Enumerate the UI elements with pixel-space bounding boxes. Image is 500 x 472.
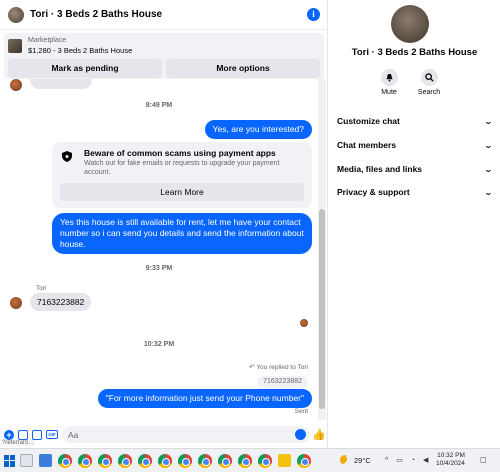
read-receipt-avatar bbox=[300, 319, 308, 327]
thumbs-up-icon[interactable]: 👍 bbox=[312, 429, 326, 441]
scam-warning-card: Beware of common scams using payment app… bbox=[52, 142, 312, 208]
clock-date: 10/4/2024 bbox=[436, 460, 465, 467]
chrome-icon[interactable] bbox=[198, 453, 212, 468]
image-icon[interactable] bbox=[18, 429, 28, 440]
scrollbar-thumb[interactable] bbox=[319, 209, 325, 409]
section-label: Media, files and links bbox=[337, 164, 423, 174]
marketplace-label: Marketplace bbox=[28, 37, 67, 44]
chrome-icon[interactable] bbox=[178, 453, 192, 468]
outgoing-message[interactable]: Yes this house is still available for re… bbox=[52, 213, 312, 254]
profile-avatar[interactable] bbox=[391, 5, 429, 43]
chevron-down-icon: ⌄ bbox=[483, 140, 494, 150]
temperature: 29°C bbox=[354, 455, 371, 465]
avatar[interactable] bbox=[8, 6, 24, 23]
timestamp: 9:33 PM bbox=[145, 265, 173, 272]
timestamp: 8:49 PM bbox=[145, 102, 173, 109]
sticker-icon[interactable] bbox=[32, 429, 42, 440]
section-media-files-links[interactable]: Media, files and links ⌄ bbox=[337, 164, 494, 174]
outgoing-message[interactable]: Yes, are you interested? bbox=[204, 120, 312, 139]
timestamp: 10:32 PM bbox=[143, 341, 175, 348]
notification-icon[interactable]: ◻ bbox=[480, 455, 487, 464]
message-input[interactable]: Aa bbox=[62, 426, 310, 443]
scam-warning-title: Beware of common scams using payment app… bbox=[84, 148, 276, 158]
incoming-message[interactable]: 7163223882 bbox=[30, 293, 92, 311]
search-label: Search bbox=[417, 89, 441, 96]
outgoing-message[interactable]: "For more information just send your Pho… bbox=[97, 389, 312, 408]
clock-time: 10:32 PM bbox=[437, 452, 465, 459]
emoji-icon[interactable] bbox=[295, 429, 306, 440]
section-label: Privacy & support bbox=[337, 187, 410, 197]
listing-thumbnail bbox=[8, 39, 22, 53]
clock[interactable]: 10:32 PM 10/4/2024 bbox=[436, 452, 465, 468]
file-explorer-icon[interactable] bbox=[39, 454, 52, 467]
quoted-message[interactable]: 7163223882 bbox=[257, 376, 308, 388]
bell-icon bbox=[380, 69, 398, 86]
chrome-icon[interactable] bbox=[297, 453, 311, 468]
chrome-icon[interactable] bbox=[98, 453, 112, 468]
mute-label: Mute bbox=[381, 89, 397, 96]
chat-panel: Tori · 3 Beds 2 Baths House i Marketplac… bbox=[0, 0, 328, 448]
section-chat-members[interactable]: Chat members ⌄ bbox=[337, 140, 494, 150]
info-icon[interactable]: i bbox=[307, 8, 320, 21]
chrome-icon[interactable] bbox=[158, 453, 172, 468]
chrome-icon[interactable] bbox=[238, 453, 252, 468]
weather-widget[interactable]: 29°C bbox=[340, 455, 371, 465]
chrome-icon[interactable] bbox=[58, 453, 72, 468]
composer: + GIF Aa 👍 bbox=[0, 423, 328, 446]
section-customize-chat[interactable]: Customize chat ⌄ bbox=[337, 116, 494, 126]
marketplace-banner: Marketplace $1,280 - 3 Beds 2 Baths Hous… bbox=[4, 33, 324, 79]
scrollbar[interactable] bbox=[318, 79, 326, 420]
chevron-down-icon: ⌄ bbox=[483, 187, 494, 197]
mark-pending-button[interactable]: Mark as pending bbox=[8, 59, 162, 78]
chat-title[interactable]: Tori · 3 Beds 2 Baths House bbox=[30, 9, 307, 20]
chrome-icon[interactable] bbox=[218, 453, 232, 468]
chevron-down-icon: ⌄ bbox=[483, 164, 494, 174]
sender-name: Tori bbox=[36, 285, 47, 292]
shield-icon bbox=[62, 151, 72, 162]
sender-avatar bbox=[10, 79, 22, 91]
reply-indicator: ↶ You replied to Tori bbox=[249, 364, 308, 371]
moon-icon bbox=[340, 455, 350, 465]
chrome-icon[interactable] bbox=[258, 453, 272, 468]
message-placeholder: Aa bbox=[68, 429, 79, 440]
search-icon bbox=[420, 69, 438, 86]
reply-label: You replied to Tori bbox=[256, 364, 308, 371]
marketplace-listing[interactable]: Marketplace $1,280 - 3 Beds 2 Baths Hous… bbox=[4, 33, 324, 59]
profile-name: Tori · 3 Beds 2 Baths House bbox=[351, 47, 478, 58]
details-sidebar: Tori · 3 Beds 2 Baths House Mute Search … bbox=[329, 0, 500, 448]
section-privacy-support[interactable]: Privacy & support ⌄ bbox=[337, 187, 494, 197]
learn-more-button[interactable]: Learn More bbox=[60, 183, 304, 201]
listing-text: Marketplace $1,280 - 3 Beds 2 Baths Hous… bbox=[28, 36, 132, 56]
notes-app-icon[interactable] bbox=[278, 454, 291, 467]
sent-status: Sent bbox=[294, 408, 308, 415]
gif-icon[interactable]: GIF bbox=[46, 430, 58, 439]
chrome-icon[interactable] bbox=[118, 453, 132, 468]
chrome-icon[interactable] bbox=[78, 453, 92, 468]
taskbar: 29°C ^ ▭ ◔ ◀ 10:32 PM 10/4/2024 ◻ bbox=[0, 448, 500, 472]
plus-icon[interactable]: + bbox=[4, 429, 14, 440]
more-options-button[interactable]: More options bbox=[166, 59, 320, 78]
search-action[interactable]: Search bbox=[414, 69, 444, 96]
windows-start-icon[interactable] bbox=[4, 454, 16, 467]
chrome-icon[interactable] bbox=[138, 453, 152, 468]
listing-price: $1,280 - 3 Beds 2 Baths House bbox=[28, 46, 133, 55]
message-bubble-partial bbox=[30, 79, 92, 89]
chat-header: Tori · 3 Beds 2 Baths House i bbox=[0, 0, 328, 30]
system-tray[interactable]: ^ ▭ ◔ ◀ bbox=[385, 456, 431, 464]
scam-warning-text: Watch out for fake emails or requests to… bbox=[84, 160, 280, 176]
mute-action[interactable]: Mute bbox=[374, 69, 404, 96]
chevron-down-icon: ⌄ bbox=[483, 116, 494, 126]
message-list: 8:49 PM Yes, are you interested? Beware … bbox=[0, 79, 318, 420]
sender-avatar[interactable] bbox=[10, 297, 22, 309]
status-url: ?referralS... bbox=[0, 440, 36, 446]
marketplace-actions: Mark as pending More options bbox=[4, 59, 324, 78]
task-view-icon[interactable] bbox=[20, 454, 33, 467]
section-label: Customize chat bbox=[337, 116, 400, 126]
section-label: Chat members bbox=[337, 140, 397, 150]
